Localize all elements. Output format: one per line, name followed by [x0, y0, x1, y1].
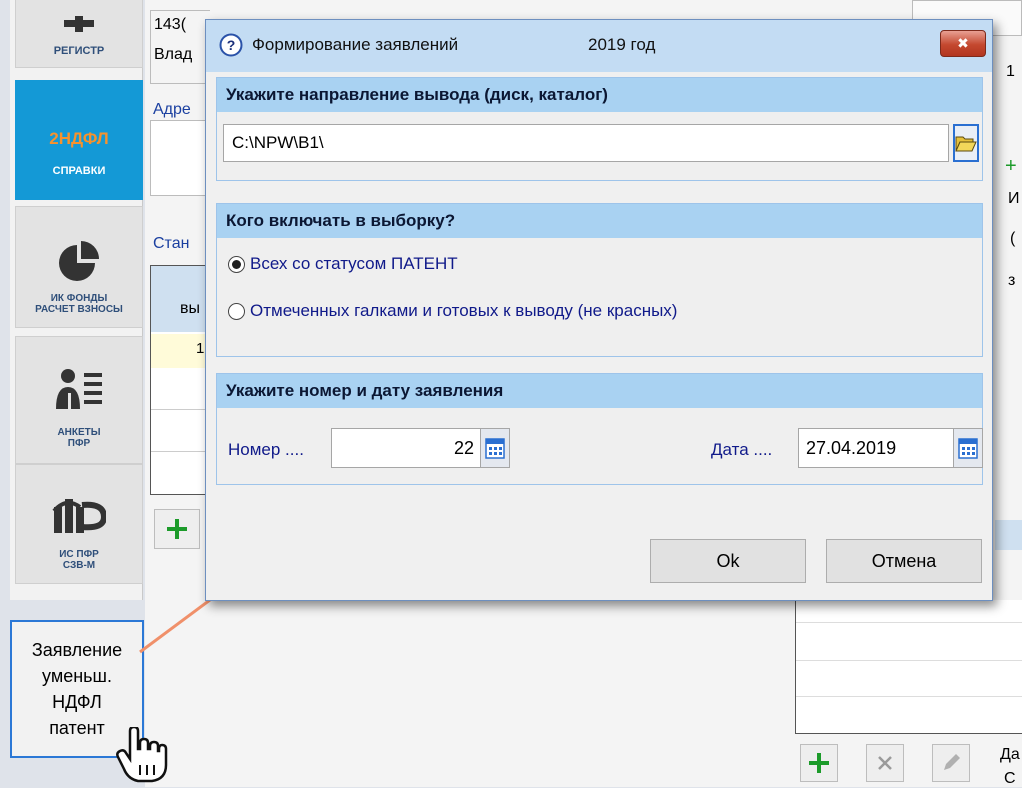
output-section: Укажите направление вывода (диск, катало…	[216, 77, 983, 181]
number-date-section-header: Укажите номер и дату заявления	[217, 374, 982, 408]
bg-label: С	[1004, 770, 1016, 787]
pie-chart-icon	[59, 241, 99, 281]
pfr-logo-icon	[52, 499, 106, 533]
radio-selected-dot	[232, 259, 241, 269]
sidebar-item-label: ИС ПФР СЗВ-М	[59, 549, 99, 571]
statement-generation-dialog: ? Формирование заявлений 2019 год ✖ Укаж…	[205, 19, 993, 601]
date-input[interactable]: 27.04.2019	[798, 428, 955, 468]
dialog-title: Формирование заявлений	[252, 35, 459, 54]
bg-row-value: 1	[196, 340, 205, 357]
bg-side-char: И	[1008, 190, 1020, 207]
bg-address-label: Адре	[153, 101, 191, 118]
row-divider	[796, 660, 1022, 661]
hand-cursor-icon	[116, 727, 168, 783]
close-icon: ✖	[957, 35, 969, 51]
row-divider	[796, 622, 1022, 623]
person-list-icon	[56, 369, 102, 409]
bg-side-char: +	[1005, 155, 1017, 177]
radio-label: Отмеченных галками и готовых к выводу (н…	[250, 301, 678, 320]
bg-station-label: Стан	[153, 235, 190, 252]
plus-icon	[809, 753, 829, 773]
selection-section: Кого включать в выборку? Всех со статусо…	[216, 203, 983, 357]
bg-column-header: вы	[180, 300, 200, 317]
row-divider	[796, 696, 1022, 697]
browse-folder-button[interactable]	[953, 124, 979, 162]
sidebar-item-funds[interactable]: ИК ФОНДЫ РАСЧЕТ ВЗНОСЫ	[15, 206, 143, 328]
radio-button[interactable]	[228, 302, 245, 320]
pencil-icon	[944, 754, 960, 770]
calendar-icon	[958, 438, 978, 459]
bg-address-field[interactable]	[150, 120, 210, 196]
help-icon: ?	[219, 33, 243, 57]
date-picker-button[interactable]	[953, 428, 983, 468]
sidebar-item-label: СПРАВКИ	[52, 165, 106, 177]
radio-option-checked-ready[interactable]: Отмеченных галками и готовых к выводу (н…	[228, 299, 677, 323]
radio-option-all-patent[interactable]: Всех со статусом ПАТЕНТ	[228, 252, 458, 276]
sidebar-item-title: 2НДФЛ	[49, 129, 109, 148]
sidebar-item-label: РЕГИСТР	[53, 45, 105, 57]
bg-side-char: (	[1010, 230, 1016, 247]
output-path-input[interactable]: C:\NPW\B1\	[223, 124, 949, 162]
close-button[interactable]: ✖	[940, 30, 986, 57]
close-icon	[878, 756, 892, 770]
bg-table-header	[151, 266, 205, 332]
bg-right-header	[995, 520, 1022, 550]
radio-button[interactable]	[228, 255, 245, 273]
bg-address-box[interactable]	[150, 10, 210, 84]
selection-section-header: Кого включать в выборку?	[217, 204, 982, 238]
number-date-section: Укажите номер и дату заявления Номер ...…	[216, 373, 983, 485]
output-section-header: Укажите направление вывода (диск, катало…	[217, 78, 982, 112]
number-label: Номер ....	[228, 440, 304, 459]
left-sidebar: РЕГИСТР 2НДФЛ СПРАВКИ ИК ФОНДЫ РАСЧЕТ ВЗ…	[10, 0, 143, 600]
svg-text:?: ?	[227, 37, 236, 53]
plus-icon	[64, 16, 94, 32]
ok-button[interactable]: Ok	[650, 539, 806, 583]
number-picker-button[interactable]	[480, 428, 510, 468]
sidebar-item-label: АНКЕТЫ ПФР	[57, 427, 101, 449]
dialog-year: 2019 год	[588, 35, 656, 54]
bg-side-char: з	[1008, 272, 1016, 289]
bg-side-char: 1	[1006, 63, 1015, 80]
bg-right-table	[795, 600, 1022, 734]
folder-open-icon	[955, 136, 977, 152]
dialog-titlebar: ? Формирование заявлений 2019 год ✖	[206, 20, 992, 72]
date-label: Дата ....	[711, 440, 773, 459]
delete-row-button[interactable]	[866, 744, 904, 782]
edit-row-button[interactable]	[932, 744, 970, 782]
sidebar-item-register[interactable]: РЕГИСТР	[15, 0, 143, 68]
row-divider	[151, 451, 205, 452]
sidebar-item-label: ИК ФОНДЫ РАСЧЕТ ВЗНОСЫ	[35, 293, 123, 315]
radio-label: Всех со статусом ПАТЕНТ	[250, 254, 458, 273]
cancel-button[interactable]: Отмена	[826, 539, 982, 583]
add-row-button[interactable]	[800, 744, 838, 782]
bg-label: Да	[1000, 746, 1020, 763]
sidebar-item-2ndfl[interactable]: 2НДФЛ СПРАВКИ	[15, 80, 143, 200]
number-input[interactable]: 22	[331, 428, 483, 468]
feature-button-label: Заявление уменьш. НДФЛ патент	[31, 640, 123, 738]
calendar-icon	[485, 438, 505, 459]
row-divider	[151, 409, 205, 410]
sidebar-item-pfr-forms[interactable]: АНКЕТЫ ПФР	[15, 336, 143, 464]
